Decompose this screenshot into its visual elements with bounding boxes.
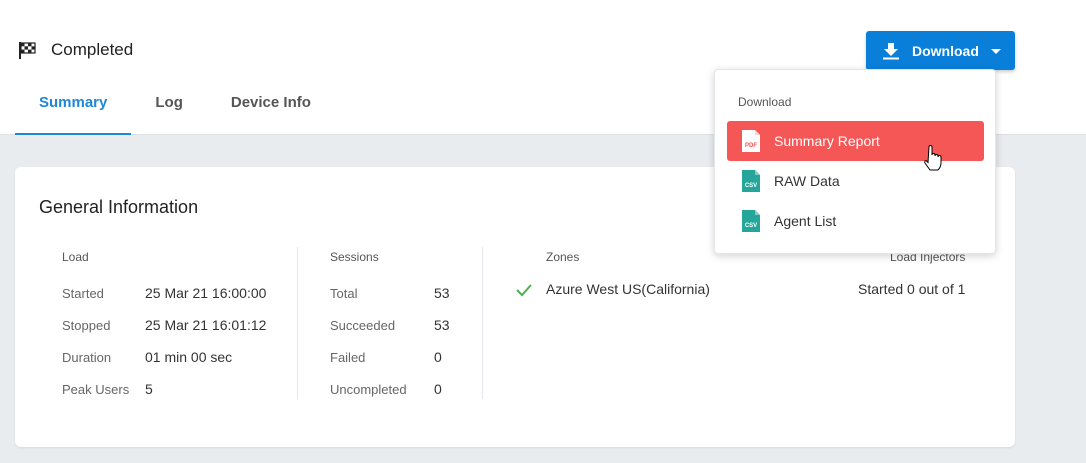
menu-item-label: RAW Data [774,173,840,189]
column-divider [297,247,298,399]
menu-item-summary-report[interactable]: PDF Summary Report [727,121,984,161]
menu-item-label: Summary Report [774,133,880,149]
succeeded-value: 53 [434,317,450,333]
peak-users-value: 5 [145,381,153,397]
stopped-label: Stopped [62,318,111,333]
total-value: 53 [434,285,450,301]
duration-value: 01 min 00 sec [145,349,233,365]
tab-bar: Summary Log Device Info [15,83,335,135]
started-value: 25 Mar 21 16:00:00 [145,285,267,301]
duration-label: Duration [62,350,112,365]
checkmark-icon [516,284,532,297]
download-button[interactable]: Download [866,31,1015,70]
test-status: Completed [17,40,133,60]
download-dropdown-menu: Download PDF Summary Report CSV RAW Data… [714,69,996,254]
total-label: Total [330,286,358,301]
csv-icon-text: CSV [745,183,757,189]
pdf-icon-text: PDF [745,143,757,149]
status-title: Completed [51,40,134,59]
peak-users-label: Peak Users [62,382,130,397]
checkered-flag-icon [19,42,36,59]
menu-item-label: Agent List [774,213,837,229]
started-label: Started [62,286,104,301]
download-icon [883,42,899,59]
pdf-file-icon: PDF [742,130,760,152]
download-button-label: Download [912,42,979,59]
csv-icon-text: CSV [745,223,757,229]
dropdown-header: Download [738,95,792,109]
zones-heading: Zones [546,250,580,264]
tab-device-info[interactable]: Device Info [207,83,335,135]
uncompleted-label: Uncompleted [330,382,407,397]
tab-summary[interactable]: Summary [15,83,132,135]
chevron-down-icon [990,49,1001,54]
uncompleted-value: 0 [434,381,442,397]
succeeded-label: Succeeded [330,318,396,333]
failed-label: Failed [330,350,366,365]
csv-file-icon: CSV [742,170,760,192]
column-divider [482,247,483,399]
menu-item-agent-list[interactable]: CSV Agent List [727,201,984,241]
zone-status: Started 0 out of 1 [858,281,966,297]
tab-log[interactable]: Log [131,83,207,135]
csv-file-icon: CSV [742,210,760,232]
failed-value: 0 [434,349,442,365]
load-heading: Load [62,250,89,264]
stopped-value: 25 Mar 21 16:01:12 [145,317,267,333]
hand-pointer-icon [924,145,942,171]
menu-item-raw-data[interactable]: CSV RAW Data [727,161,984,201]
sessions-heading: Sessions [330,250,379,264]
zone-name: Azure West US(California) [546,281,710,297]
card-title: General Information [39,197,199,217]
